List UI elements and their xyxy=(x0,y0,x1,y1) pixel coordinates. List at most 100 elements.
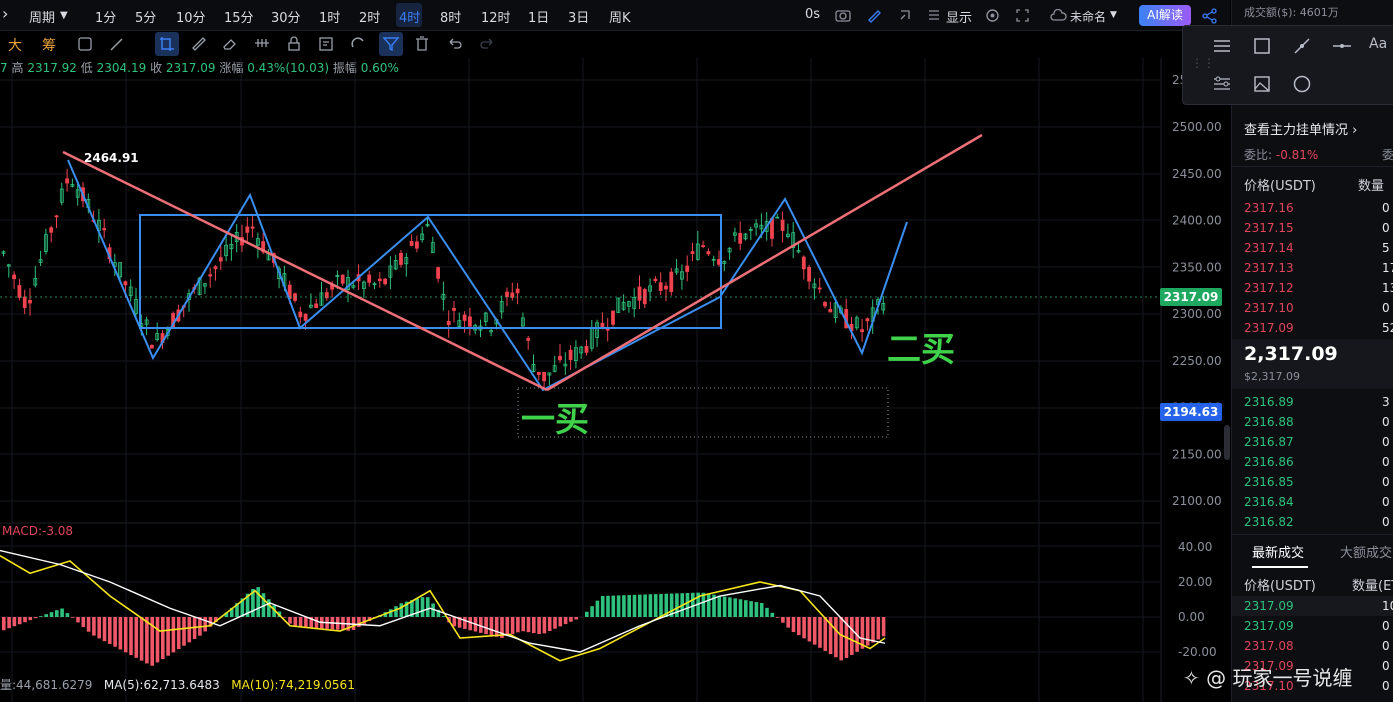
menu-chevron-icon[interactable]: › xyxy=(2,4,8,23)
drag-handle-icon[interactable]: ⋮⋮ xyxy=(1191,56,1215,70)
redo-icon[interactable] xyxy=(478,35,496,53)
indicator-da[interactable]: 大 xyxy=(8,35,22,55)
price-chart[interactable]: 2500.00 2450.00 2400.00 2350.00 2300.00 2250.… xyxy=(0,58,1230,702)
bid-price[interactable]: 2316.89 xyxy=(1244,395,1294,409)
gear-icon[interactable] xyxy=(985,8,1000,23)
bid-qty: 0 xyxy=(1382,415,1390,429)
undo-icon[interactable] xyxy=(446,35,464,53)
layout-name[interactable]: 未命名 xyxy=(1070,8,1106,25)
panel-scroll-handle[interactable] xyxy=(1224,425,1230,460)
filter-icon[interactable] xyxy=(382,35,400,53)
drawing-tools-popup: Aa ⋮⋮ xyxy=(1182,25,1393,105)
settings-sliders-icon[interactable] xyxy=(1207,69,1237,99)
macd-tick-label: 20.00 xyxy=(1178,575,1212,589)
note-icon[interactable] xyxy=(317,35,335,53)
chevron-right-icon[interactable]: › xyxy=(1352,123,1357,138)
macd-bar xyxy=(171,617,176,653)
macd-bar xyxy=(441,616,446,617)
ai-interpret-button[interactable]: AI解读 xyxy=(1139,5,1191,26)
trash-icon[interactable] xyxy=(413,35,431,53)
text-tool-icon[interactable]: Aa xyxy=(1369,36,1387,52)
list-icon[interactable] xyxy=(928,9,940,21)
macd-bar xyxy=(823,617,828,651)
bid-price[interactable]: 2316.88 xyxy=(1244,415,1294,429)
orderbook-link-text[interactable]: 查看主力挂单情况 xyxy=(1244,123,1348,138)
bid-price[interactable]: 2316.84 xyxy=(1244,495,1294,509)
second-buy-label[interactable]: 二买 xyxy=(887,322,955,371)
trade-price: 2317.09 xyxy=(1244,619,1294,633)
bid-price[interactable]: 2316.82 xyxy=(1244,515,1294,529)
tf-week[interactable]: 周K xyxy=(609,7,631,26)
indicator-chou[interactable]: 筹 xyxy=(42,35,56,55)
copy-chart-icon[interactable] xyxy=(76,35,94,53)
layout-chevron-icon[interactable]: ▼ xyxy=(1110,10,1117,20)
horizontal-line-icon[interactable] xyxy=(1327,31,1357,61)
ask-price[interactable]: 2317.12 xyxy=(1244,281,1294,295)
circle-tool-icon[interactable] xyxy=(1287,69,1317,99)
orderbook-link[interactable]: 查看主力挂单情况 › xyxy=(1244,119,1357,138)
candle-body xyxy=(542,372,546,382)
image-tool-icon[interactable] xyxy=(1247,69,1277,99)
ask-price[interactable]: 2317.14 xyxy=(1244,241,1294,255)
eraser-icon[interactable] xyxy=(221,35,239,53)
magnet-icon[interactable] xyxy=(349,35,367,53)
price-tick-label: 2100.00 xyxy=(1172,494,1222,508)
tf-5m[interactable]: 5分 xyxy=(135,7,156,26)
candle-body xyxy=(807,267,811,282)
tf-1d[interactable]: 1日 xyxy=(528,7,549,26)
ask-price[interactable]: 2317.16 xyxy=(1244,201,1294,215)
tf-10m[interactable]: 10分 xyxy=(176,7,206,26)
tab-large-trades[interactable]: 大额成交 xyxy=(1340,542,1392,561)
lock-icon[interactable] xyxy=(285,35,303,53)
chevron-down-icon[interactable]: ▼ xyxy=(60,10,68,21)
tf-8h[interactable]: 8时 xyxy=(440,7,461,26)
first-buy-label[interactable]: 一买 xyxy=(521,392,589,441)
candle-body xyxy=(377,278,382,282)
display-button[interactable]: 显示 xyxy=(946,7,972,26)
ask-price[interactable]: 2317.13 xyxy=(1244,261,1294,275)
ask-price[interactable]: 2317.15 xyxy=(1244,221,1294,235)
current-price-label: 2317.09 xyxy=(1160,288,1222,306)
tf-3d[interactable]: 3日 xyxy=(568,7,589,26)
bid-price[interactable]: 2316.86 xyxy=(1244,455,1294,469)
tf-15m[interactable]: 15分 xyxy=(224,7,254,26)
period-selector[interactable]: 周期 xyxy=(29,7,55,26)
trendline-tool-icon[interactable] xyxy=(1287,31,1317,61)
ask-price[interactable]: 2317.10 xyxy=(1244,301,1294,315)
downtrend-line[interactable] xyxy=(62,150,548,392)
macd-bar xyxy=(834,617,838,658)
trade-qty: 10 xyxy=(1382,599,1393,613)
macd-bar xyxy=(182,617,186,646)
refresh-icon[interactable] xyxy=(897,7,913,23)
stroke-zigzag[interactable] xyxy=(67,159,908,392)
bid-price[interactable]: 2316.85 xyxy=(1244,475,1294,489)
tf-1m[interactable]: 1分 xyxy=(95,7,116,26)
share-icon[interactable] xyxy=(1202,8,1218,24)
tf-30m[interactable]: 30分 xyxy=(271,7,301,26)
tf-2h[interactable]: 2时 xyxy=(359,7,380,26)
last-price: 2,317.09 xyxy=(1244,343,1338,365)
macd-bar xyxy=(574,617,578,620)
pen-icon[interactable] xyxy=(866,7,882,23)
ask-price[interactable]: 2317.09 xyxy=(1244,321,1294,335)
macd-bar xyxy=(86,617,91,632)
macd-bar xyxy=(781,617,785,623)
candle-body xyxy=(208,274,213,277)
macd-bar xyxy=(563,617,568,625)
pattern-icon[interactable] xyxy=(253,35,271,53)
watermark-text: 玩家一号说缠 xyxy=(1232,666,1353,690)
fullscreen-icon[interactable] xyxy=(1015,8,1030,23)
camera-icon[interactable] xyxy=(835,8,851,22)
brush-icon[interactable] xyxy=(108,35,126,53)
tf-4h[interactable]: 4时 xyxy=(399,7,420,26)
tab-latest-trades[interactable]: 最新成交 xyxy=(1252,542,1304,561)
crosshair-tool-icon[interactable] xyxy=(158,35,176,53)
bid-price[interactable]: 2316.87 xyxy=(1244,435,1294,449)
ruler-icon[interactable] xyxy=(190,35,208,53)
tf-1h[interactable]: 1时 xyxy=(319,7,340,26)
candle-body xyxy=(340,274,345,284)
tf-12h[interactable]: 12时 xyxy=(481,7,511,26)
cloud-icon[interactable] xyxy=(1050,9,1067,21)
rectangle-tool-icon[interactable] xyxy=(1247,31,1277,61)
candle-body xyxy=(801,256,806,270)
